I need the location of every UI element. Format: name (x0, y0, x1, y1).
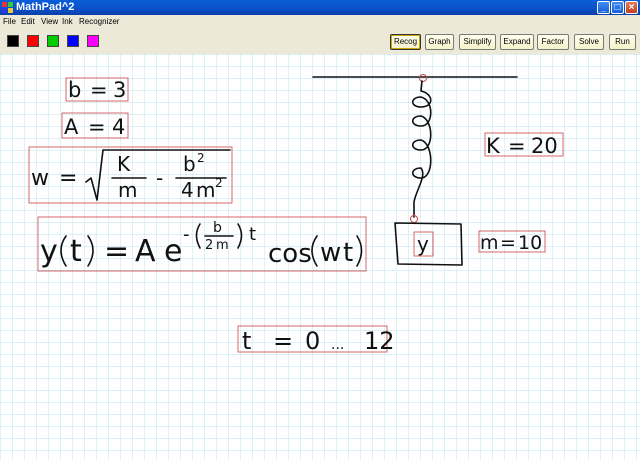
ink-canvas[interactable]: b = 3 A = 4 w = K m - b 2 4 m 2 y t = A … (0, 54, 640, 460)
menu-file[interactable]: File (3, 16, 16, 27)
minimize-icon[interactable]: _ (597, 1, 610, 14)
equation-b[interactable]: b = 3 (65, 77, 129, 102)
close-icon[interactable]: × (625, 1, 638, 14)
symbol-k: K (117, 152, 131, 176)
value-3: 3 (113, 78, 126, 102)
symbol-t: t (249, 224, 256, 245)
app-icon (2, 2, 13, 13)
simplify-button[interactable]: Simplify (459, 34, 496, 50)
minus-sign: - (183, 224, 190, 245)
minus-sign: - (156, 166, 163, 190)
maximize-icon[interactable]: □ (611, 1, 624, 14)
digit-4: 4 (181, 178, 194, 202)
exponent-2: 2 (197, 151, 205, 165)
equals-sign: = (88, 115, 106, 139)
digit-2: 2 (205, 238, 213, 253)
mass-label: y (417, 232, 429, 256)
equation-m[interactable]: m = 10 (478, 230, 546, 254)
ink-color-green[interactable] (47, 35, 59, 47)
recog-button[interactable]: Recog (390, 34, 421, 50)
symbol-y: y (40, 234, 58, 269)
title-bar: MathPad^2 _ □ × (0, 0, 640, 15)
ink-color-magenta[interactable] (87, 35, 99, 47)
graph-button[interactable]: Graph (425, 34, 454, 50)
symbol-b: b (68, 78, 81, 102)
symbol-k: K (486, 134, 501, 158)
equals-sign: = (508, 134, 526, 158)
exponent-2: 2 (215, 176, 223, 190)
equals-sign: = (59, 166, 77, 191)
symbol-t: t (70, 234, 82, 269)
ink-color-black[interactable] (7, 35, 19, 47)
symbol-w: w (320, 238, 341, 268)
value-20: 20 (531, 134, 558, 158)
ink-color-blue[interactable] (67, 35, 79, 47)
symbol-t: t (242, 327, 251, 355)
symbol-a: A (64, 115, 79, 139)
factor-button[interactable]: Factor (537, 34, 569, 50)
symbol-e: e (164, 234, 182, 269)
menu-edit[interactable]: Edit (21, 16, 35, 27)
equation-k[interactable]: K = 20 (484, 132, 564, 158)
value-4: 4 (112, 115, 125, 139)
equals-sign: = (104, 234, 129, 269)
menu-bar: File Edit View Ink Recognizer (0, 15, 640, 28)
menu-recognizer[interactable]: Recognizer (79, 16, 119, 27)
solve-button[interactable]: Solve (574, 34, 604, 50)
symbol-m: m (118, 178, 137, 202)
symbol-b: b (213, 220, 222, 236)
cos-function: cos (268, 239, 312, 269)
symbol-m: m (216, 238, 229, 253)
symbol-t: t (343, 238, 353, 268)
menu-view[interactable]: View (41, 16, 58, 27)
symbol-w: w (31, 166, 49, 191)
symbol-m: m (196, 178, 215, 202)
equation-a[interactable]: A = 4 (61, 112, 129, 139)
number-12: 12 (364, 327, 395, 355)
value-10: 10 (518, 232, 542, 254)
symbol-m: m (480, 232, 499, 254)
equals-sign: = (500, 232, 516, 254)
toolbar: Recog Graph Simplify Expand Factor Solve… (0, 28, 640, 54)
symbol-a: A (135, 234, 156, 269)
ellipsis: ... (331, 337, 344, 353)
symbol-b: b (183, 152, 196, 176)
digit-0: 0 (305, 327, 320, 355)
equals-sign: = (273, 327, 293, 355)
menu-ink[interactable]: Ink (62, 16, 73, 27)
equals-sign: = (90, 78, 108, 102)
run-button[interactable]: Run (609, 34, 636, 50)
window-title: MathPad^2 (16, 1, 75, 13)
ink-color-red[interactable] (27, 35, 39, 47)
expand-button[interactable]: Expand (500, 34, 534, 50)
